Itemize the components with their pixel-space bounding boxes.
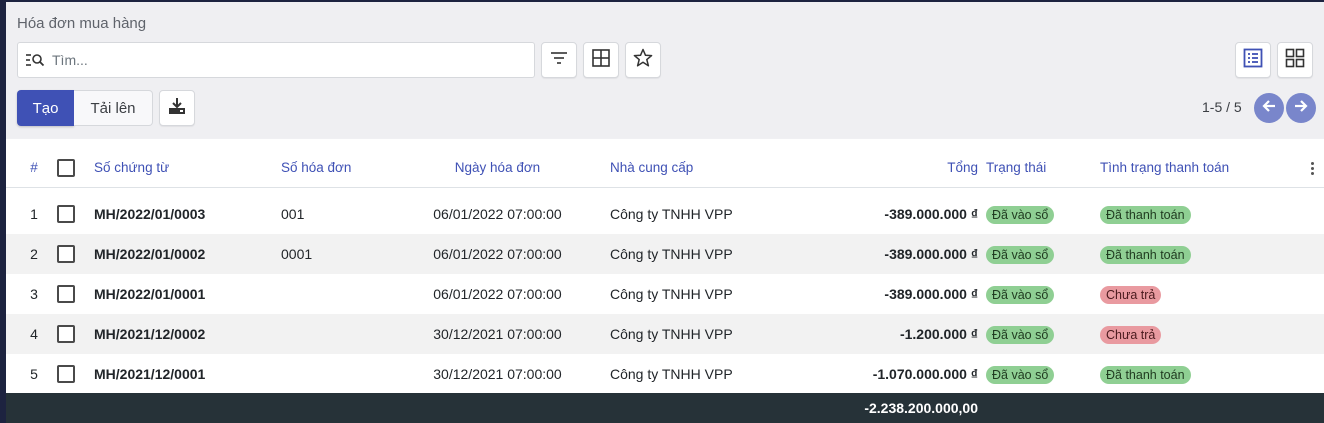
- star-icon: [633, 48, 653, 73]
- row-payment-cell: Đã thanh toán: [1100, 234, 1191, 274]
- row-num: 3: [30, 286, 38, 302]
- row-vendor: Công ty TNHH VPP: [610, 246, 733, 262]
- kanban-view-icon: [1285, 48, 1305, 73]
- vertical-dots-icon: [1306, 148, 1318, 188]
- favorite-button[interactable]: [625, 42, 661, 78]
- row-vendor: Công ty TNHH VPP: [610, 206, 733, 222]
- row-checkbox[interactable]: [57, 365, 75, 383]
- row-payment-cell: Chưa trả: [1100, 274, 1162, 314]
- search-box[interactable]: [17, 42, 535, 78]
- row-checkbox[interactable]: [57, 205, 75, 223]
- search-list-icon: [18, 43, 52, 77]
- row-total: -389.000.000 ₫: [884, 206, 978, 222]
- table-footer-row: -2.238.200.000,00: [6, 393, 1324, 423]
- row-num: 1: [30, 206, 38, 222]
- row-invoice-number: 0001: [281, 246, 313, 262]
- row-vendor: Công ty TNHH VPP: [610, 286, 733, 302]
- header-invoice-number[interactable]: Số hóa đơn: [281, 148, 351, 188]
- row-state-cell: Đã vào sổ: [986, 314, 1055, 354]
- pager-previous-button[interactable]: [1254, 93, 1284, 123]
- app-window: Hóa đơn mua hàng Tìm... Tạo Tải lên 1-5 …: [6, 2, 1324, 423]
- payment-status-badge: Chưa trả: [1100, 326, 1162, 345]
- header-num: #: [30, 160, 38, 175]
- kanban-view-button[interactable]: [1277, 42, 1313, 78]
- control-panel: Hóa đơn mua hàng Tìm... Tạo Tải lên 1-5 …: [6, 2, 1324, 138]
- payment-status-badge: Đã thanh toán: [1100, 206, 1191, 225]
- row-checkbox[interactable]: [57, 245, 75, 263]
- row-doc-number: MH/2021/12/0002: [94, 326, 206, 342]
- row-invoice-date: 30/12/2021 07:00:00: [433, 366, 562, 382]
- row-checkbox[interactable]: [57, 325, 75, 343]
- payment-status-badge: Đã thanh toán: [1100, 366, 1191, 385]
- header-payment-status[interactable]: Tình trạng thanh toán: [1100, 148, 1229, 188]
- row-total: -389.000.000 ₫: [884, 286, 978, 302]
- row-payment-cell: Đã thanh toán: [1100, 354, 1191, 394]
- state-badge: Đã vào sổ: [986, 286, 1055, 305]
- row-vendor: Công ty TNHH VPP: [610, 366, 733, 382]
- row-total: -389.000.000 ₫: [884, 246, 978, 262]
- state-badge: Đã vào sổ: [986, 246, 1055, 265]
- footer-total: -2.238.200.000,00: [864, 400, 978, 416]
- filter-icon: [550, 51, 568, 70]
- row-invoice-date: 06/01/2022 07:00:00: [433, 246, 562, 262]
- pager-value[interactable]: 1-5 / 5: [1202, 99, 1242, 115]
- row-state-cell: Đã vào sổ: [986, 234, 1055, 274]
- header-vendor[interactable]: Nhà cung cấp: [610, 148, 693, 188]
- row-doc-number: MH/2022/01/0001: [94, 286, 206, 302]
- row-doc-number: MH/2022/01/0002: [94, 246, 206, 262]
- purchase-invoice-table: # Số chứng từ Số hóa đơn Ngày hóa đơn Nh…: [6, 139, 1324, 423]
- create-button[interactable]: Tạo: [17, 90, 74, 126]
- row-state-cell: Đã vào sổ: [986, 194, 1055, 234]
- row-doc-number: MH/2022/01/0003: [94, 206, 206, 222]
- header-doc-number[interactable]: Số chứng từ: [94, 148, 169, 188]
- arrow-left-icon: [1261, 98, 1277, 119]
- row-num: 4: [30, 326, 38, 342]
- download-button[interactable]: [159, 90, 195, 126]
- row-total: -1.200.000 ₫: [899, 326, 978, 342]
- row-num: 2: [30, 246, 38, 262]
- row-checkbox[interactable]: [57, 285, 75, 303]
- row-payment-cell: Đã thanh toán: [1100, 194, 1191, 234]
- breadcrumb[interactable]: Hóa đơn mua hàng: [17, 15, 146, 32]
- row-invoice-date: 06/01/2022 07:00:00: [433, 206, 562, 222]
- list-view-button[interactable]: [1235, 42, 1271, 78]
- search-input[interactable]: [52, 45, 522, 75]
- group-by-button[interactable]: [583, 42, 619, 78]
- table-row[interactable]: 5 MH/2021/12/0001 30/12/2021 07:00:00 Cô…: [6, 354, 1324, 394]
- row-total: -1.070.000.000 ₫: [872, 366, 978, 382]
- row-state-cell: Đã vào sổ: [986, 274, 1055, 314]
- row-invoice-date: 06/01/2022 07:00:00: [433, 286, 562, 302]
- state-badge: Đã vào sổ: [986, 366, 1055, 385]
- header-state[interactable]: Trạng thái: [986, 148, 1046, 188]
- list-view-icon: [1243, 48, 1263, 73]
- state-badge: Đã vào sổ: [986, 326, 1055, 345]
- table-row[interactable]: 1 MH/2022/01/0003 001 06/01/2022 07:00:0…: [6, 194, 1324, 234]
- row-num: 5: [30, 366, 38, 382]
- row-payment-cell: Chưa trả: [1100, 314, 1162, 354]
- table-row[interactable]: 4 MH/2021/12/0002 30/12/2021 07:00:00 Cô…: [6, 314, 1324, 354]
- upload-button[interactable]: Tải lên: [74, 90, 153, 126]
- grid-table-icon: [592, 48, 610, 72]
- row-state-cell: Đã vào sổ: [986, 354, 1055, 394]
- filter-button[interactable]: [541, 42, 577, 78]
- header-total[interactable]: Tổng: [786, 148, 978, 188]
- arrow-right-icon: [1293, 98, 1309, 119]
- row-invoice-date: 30/12/2021 07:00:00: [433, 326, 562, 342]
- table-row[interactable]: 2 MH/2022/01/0002 0001 06/01/2022 07:00:…: [6, 234, 1324, 274]
- pager-next-button[interactable]: [1286, 93, 1316, 123]
- payment-status-badge: Đã thanh toán: [1100, 246, 1191, 265]
- row-doc-number: MH/2021/12/0001: [94, 366, 206, 382]
- row-invoice-number: 001: [281, 206, 305, 222]
- table-header-row: # Số chứng từ Số hóa đơn Ngày hóa đơn Nh…: [6, 148, 1324, 188]
- state-badge: Đã vào sổ: [986, 206, 1055, 225]
- download-icon: [168, 97, 186, 120]
- payment-status-badge: Chưa trả: [1100, 286, 1162, 305]
- row-vendor: Công ty TNHH VPP: [610, 326, 733, 342]
- select-all-checkbox[interactable]: [57, 159, 75, 177]
- table-row[interactable]: 3 MH/2022/01/0001 06/01/2022 07:00:00 Cô…: [6, 274, 1324, 314]
- column-options-button[interactable]: [1306, 148, 1318, 188]
- header-invoice-date[interactable]: Ngày hóa đơn: [415, 148, 580, 188]
